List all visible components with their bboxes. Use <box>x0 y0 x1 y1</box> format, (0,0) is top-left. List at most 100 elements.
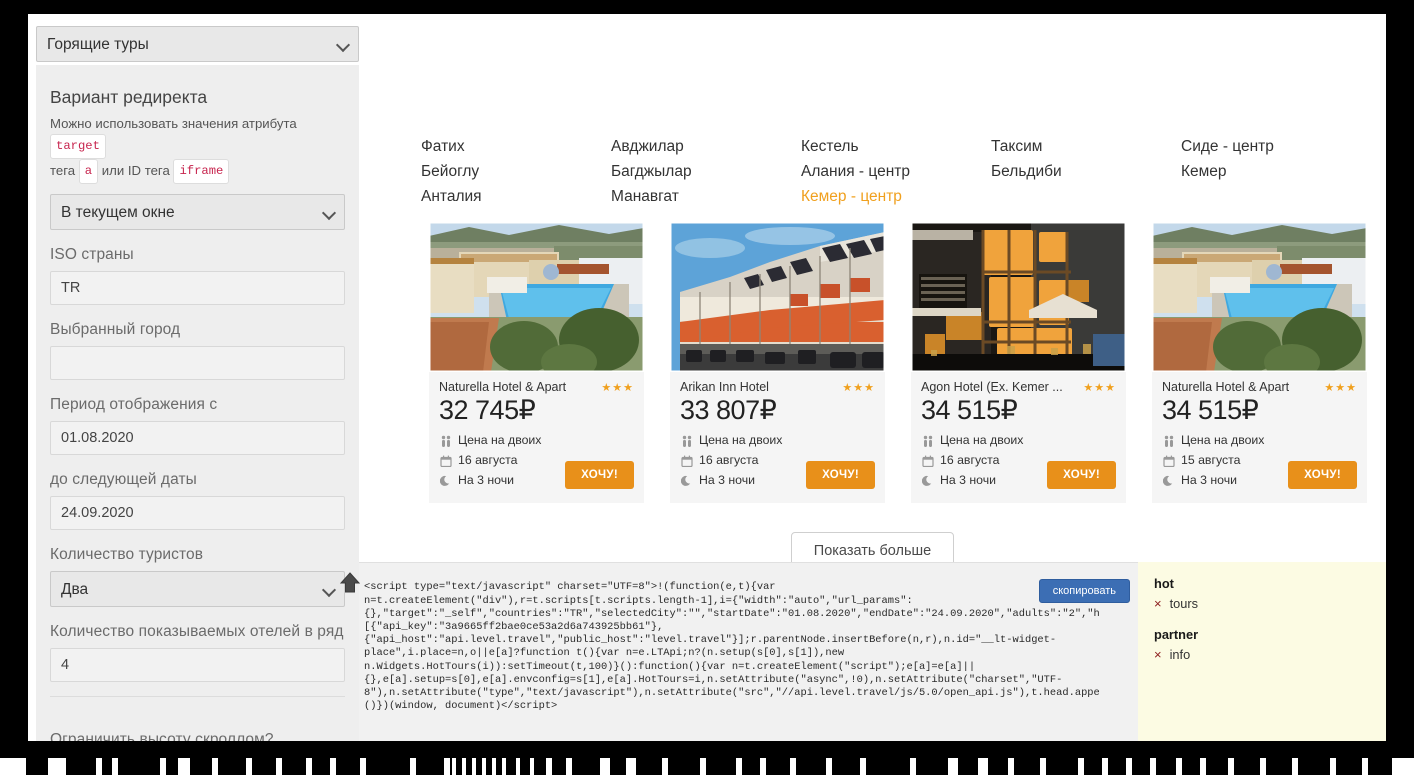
redirect-hint-part3: или ID тега <box>101 163 170 178</box>
hotel-card-body: Naturella Hotel & Apart ★★★ 34 515₽ Цена… <box>1152 372 1367 503</box>
price-note: Цена на двоих <box>458 433 542 447</box>
tag-group: partner × info <box>1154 627 1370 662</box>
departure-date: 16 августа <box>940 453 1000 467</box>
period-from-label: Период отображения с <box>50 396 218 413</box>
hotel-price: 32 745₽ <box>439 395 536 425</box>
hotel-card[interactable]: Naturella Hotel & Apart ★★★ 32 745₽ Цена… <box>429 222 644 503</box>
period-to-input[interactable] <box>50 496 345 530</box>
remove-tag-icon[interactable]: × <box>1154 597 1162 610</box>
copy-code-button[interactable]: скопировать <box>1038 579 1130 603</box>
city-item[interactable]: Авджилар <box>611 136 791 157</box>
hotel-card[interactable]: Agon Hotel (Ex. Kemer ... ★★★ 34 515₽ Це… <box>911 222 1126 503</box>
widget-type-select[interactable]: Горящие туры <box>36 26 359 62</box>
settings-panel: Вариант редиректа Можно использовать зна… <box>36 65 359 741</box>
city-item[interactable]: Кемер <box>1181 161 1361 182</box>
bottom-barcode-strip <box>0 758 1414 775</box>
tag-label: info <box>1169 647 1191 662</box>
tourists-label: Количество туристов <box>50 546 204 563</box>
target-attr-code: target <box>50 134 106 159</box>
nights-count: На 3 ночи <box>699 473 756 487</box>
moon-icon <box>439 474 452 487</box>
nights-count: На 3 ночи <box>940 473 997 487</box>
moon-icon <box>921 474 934 487</box>
city-column: Фатих Бейоглу Анталия <box>421 136 601 211</box>
embed-code-block[interactable]: <script type="text/javascript" charset="… <box>359 562 1138 741</box>
moon-icon <box>1162 474 1175 487</box>
city-column: Авджилар Багджылар Манавгат <box>611 136 791 211</box>
tag-item[interactable]: × info <box>1154 647 1370 662</box>
tag-group: hot × tours <box>1154 576 1370 611</box>
hotel-price: 33 807₽ <box>680 395 777 425</box>
hotel-card-head: Arikan Inn Hotel ★★★ <box>680 380 875 394</box>
two-people-icon <box>680 434 693 447</box>
tourists-select-wrap: Два <box>50 571 345 607</box>
calendar-icon <box>680 454 693 467</box>
city-column: Таксим Бельдиби <box>991 136 1171 211</box>
two-people-icon <box>921 434 934 447</box>
departure-date: 16 августа <box>699 453 759 467</box>
two-people-icon <box>439 434 452 447</box>
want-button[interactable]: ХОЧУ! <box>806 461 875 489</box>
city-item[interactable]: Таксим <box>991 136 1171 157</box>
want-button[interactable]: ХОЧУ! <box>1047 461 1116 489</box>
panel-divider <box>50 696 345 697</box>
star-rating: ★★★ <box>1324 381 1357 394</box>
city-item[interactable]: Кестель <box>801 136 981 157</box>
calendar-icon <box>439 454 452 467</box>
settings-sidebar: Горящие туры Вариант редиректа Можно исп… <box>28 14 359 741</box>
moon-icon <box>680 474 693 487</box>
widget-type-select-wrap: Горящие туры <box>36 26 359 62</box>
hotel-card-head: Naturella Hotel & Apart ★★★ <box>1162 380 1357 394</box>
tag-label: tours <box>1169 596 1199 611</box>
star-rating: ★★★ <box>1083 381 1116 394</box>
city-item[interactable]: Сиде - центр <box>1181 136 1361 157</box>
redirect-select-wrap: В текущем окне <box>50 194 345 230</box>
hotel-card-head: Naturella Hotel & Apart ★★★ <box>439 380 634 394</box>
redirect-hint-part2: тега <box>50 163 76 178</box>
want-button[interactable]: ХОЧУ! <box>1288 461 1357 489</box>
browser-viewport: Горящие туры Вариант редиректа Можно исп… <box>28 14 1386 741</box>
hotel-card[interactable]: Naturella Hotel & Apart ★★★ 34 515₽ Цена… <box>1152 222 1367 503</box>
redirect-target-select[interactable]: В текущем окне <box>50 194 345 230</box>
tourists-select[interactable]: Два <box>50 571 345 607</box>
city-item[interactable]: Алания - центр <box>801 161 981 182</box>
hotel-card-body: Agon Hotel (Ex. Kemer ... ★★★ 34 515₽ Це… <box>911 372 1126 503</box>
price-note-row: Цена на двоих <box>1162 431 1357 450</box>
period-from-input[interactable] <box>50 421 345 455</box>
departure-date: 16 августа <box>458 453 518 467</box>
hotel-name: Naturella Hotel & Apart <box>439 380 567 394</box>
departure-date: 15 августа <box>1181 453 1241 467</box>
limit-scroll-label: Ограничить высоту скроллом? <box>50 731 274 741</box>
price-note: Цена на двоих <box>940 433 1024 447</box>
city-item[interactable]: Фатих <box>421 136 601 157</box>
price-note-row: Цена на двоих <box>439 431 634 450</box>
iso-country-input[interactable] <box>50 271 345 305</box>
city-item[interactable]: Багджылар <box>611 161 791 182</box>
selected-city-input[interactable] <box>50 346 345 380</box>
nights-count: На 3 ночи <box>458 473 515 487</box>
city-item-active[interactable]: Кемер - центр <box>801 186 981 207</box>
city-item[interactable]: Манавгат <box>611 186 791 207</box>
star-rating: ★★★ <box>601 381 634 394</box>
hotel-card[interactable]: Arikan Inn Hotel ★★★ 33 807₽ Цена на дво… <box>670 222 885 503</box>
redirect-hint: Можно использовать значения атрибута tar… <box>50 113 345 184</box>
price-note: Цена на двоих <box>1181 433 1265 447</box>
tag-group-title: hot <box>1154 576 1174 591</box>
city-column: Сиде - центр Кемер <box>1181 136 1361 211</box>
tag-item[interactable]: × tours <box>1154 596 1370 611</box>
redirect-hint-part1: Можно использовать значения атрибута <box>50 116 297 131</box>
hotels-per-row-input[interactable] <box>50 648 345 682</box>
screenshot-frame: Горящие туры Вариант редиректа Можно исп… <box>0 0 1414 775</box>
remove-tag-icon[interactable]: × <box>1154 648 1162 661</box>
period-to-label: до следующей даты <box>50 471 197 488</box>
hotel-name: Arikan Inn Hotel <box>680 380 769 394</box>
redirect-section-title: Вариант редиректа <box>50 87 208 107</box>
hotel-name: Agon Hotel (Ex. Kemer ... <box>921 380 1063 394</box>
city-item[interactable]: Анталия <box>421 186 601 207</box>
city-item[interactable]: Бельдиби <box>991 161 1171 182</box>
star-rating: ★★★ <box>842 381 875 394</box>
hotel-name: Naturella Hotel & Apart <box>1162 380 1290 394</box>
want-button[interactable]: ХОЧУ! <box>565 461 634 489</box>
city-item[interactable]: Бейоглу <box>421 161 601 182</box>
embed-code-text: <script type="text/javascript" charset="… <box>364 581 1100 713</box>
